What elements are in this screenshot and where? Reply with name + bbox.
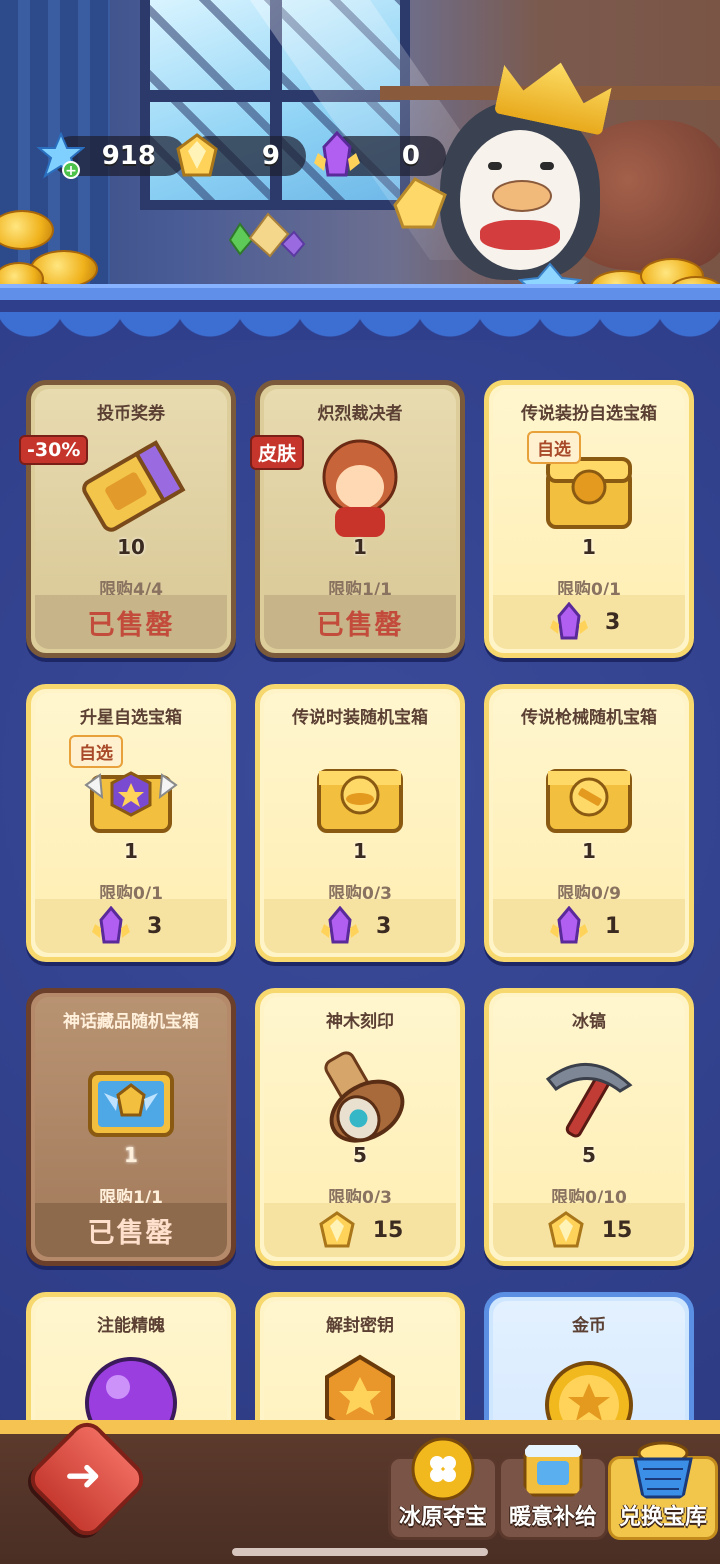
tab-ice-treasure[interactable]: 冰原夺宝 bbox=[388, 1437, 498, 1540]
currency-snowflake: + 918 bbox=[36, 132, 186, 179]
gold-crystal-icon bbox=[172, 131, 222, 181]
price-value: 15 bbox=[601, 1217, 633, 1243]
sold-out-label: 已售罄 bbox=[316, 609, 404, 641]
item-title: 升星自选宝箱 bbox=[80, 708, 182, 728]
gold-crystal-count: 9 bbox=[261, 141, 280, 171]
coin-basket-icon bbox=[633, 1441, 693, 1499]
item-title: 传说装扮自选宝箱 bbox=[521, 404, 657, 424]
gold-crystal-icon bbox=[547, 1211, 584, 1248]
price-value: 3 bbox=[376, 913, 392, 939]
item-quantity: 1 bbox=[582, 839, 596, 863]
purple-crystal-icon bbox=[312, 131, 362, 181]
shop-item-card[interactable]: 神话藏品随机宝箱 1 限购1/1 已售罄 bbox=[26, 988, 236, 1266]
item-quantity: 5 bbox=[353, 1143, 367, 1167]
snowflake-count: 918 bbox=[101, 141, 156, 171]
item-quantity: 1 bbox=[353, 535, 367, 559]
gold-crystal-icon bbox=[393, 177, 447, 229]
tab-label: 兑换宝库 bbox=[618, 1505, 707, 1530]
shop-item-card[interactable]: 传说装扮自选宝箱 自选 1 限购0/1 3 bbox=[484, 380, 694, 658]
shop-item-card[interactable]: 神木刻印 5 限购0/3 15 bbox=[255, 988, 465, 1266]
shop-item-card[interactable]: 注能精魄 bbox=[26, 1292, 236, 1440]
home-indicator[interactable] bbox=[232, 1548, 488, 1556]
wood-seal-icon bbox=[324, 1051, 405, 1143]
selectable-tag: 自选 bbox=[527, 431, 581, 464]
item-footer: 已售罄 bbox=[35, 595, 227, 649]
price-value: 3 bbox=[605, 609, 621, 635]
buy-button[interactable]: 15 bbox=[493, 1203, 685, 1257]
discount-badge: -30% bbox=[19, 435, 89, 465]
penguin-shopkeeper bbox=[430, 80, 610, 280]
crate-icon bbox=[523, 1445, 583, 1497]
gold-crystal-icon bbox=[318, 1211, 355, 1248]
back-arrow-icon: ➜ bbox=[64, 1449, 102, 1501]
buy-button[interactable]: 3 bbox=[264, 899, 456, 953]
ticket-icon bbox=[82, 440, 186, 532]
purple-crystal-icon bbox=[550, 906, 588, 944]
item-title: 神话藏品随机宝箱 bbox=[63, 1012, 199, 1032]
item-footer: 已售罄 bbox=[35, 1203, 227, 1257]
shop-item-card[interactable]: 炽烈裁决者 皮肤 1 限购1/1 已售罄 bbox=[250, 380, 465, 658]
exchange-shop-grid: 投币奖券 -30% 10 限购4/4 已售罄 炽烈裁决者 皮肤 1 限购1/1 … bbox=[0, 340, 720, 1440]
item-quantity: 1 bbox=[582, 535, 596, 559]
shop-item-card[interactable]: 升星自选宝箱 自选 1 限购0/1 3 bbox=[26, 684, 236, 962]
item-title: 冰镐 bbox=[572, 1012, 606, 1032]
item-quantity: 5 bbox=[582, 1143, 596, 1167]
price-value: 1 bbox=[605, 913, 621, 939]
buy-button[interactable]: 3 bbox=[493, 595, 685, 649]
selectable-tag: 自选 bbox=[69, 735, 123, 768]
buy-button[interactable]: 3 bbox=[35, 899, 227, 953]
item-title: 投币奖券 bbox=[97, 404, 165, 424]
sold-out-label: 已售罄 bbox=[87, 1217, 175, 1249]
item-title: 神木刻印 bbox=[326, 1012, 394, 1032]
item-quantity: 1 bbox=[124, 839, 138, 863]
tab-warm-supply[interactable]: 暖意补给 bbox=[498, 1445, 608, 1540]
snowflake-gem-icon: + bbox=[36, 131, 86, 181]
item-title: 金币 bbox=[572, 1316, 606, 1336]
shop-item-card[interactable]: 投币奖券 -30% 10 限购4/4 已售罄 bbox=[19, 380, 236, 658]
shop-item-card[interactable]: 传说枪械随机宝箱 1 限购0/9 1 bbox=[484, 684, 694, 962]
price-value: 3 bbox=[147, 913, 163, 939]
shop-item-card[interactable]: 金币 bbox=[484, 1292, 694, 1440]
item-quantity: 1 bbox=[124, 1143, 138, 1167]
purple-crystal-icon bbox=[321, 906, 359, 944]
skin-badge: 皮肤 bbox=[250, 435, 305, 470]
svg-text:+: + bbox=[65, 163, 77, 179]
item-title: 传说枪械随机宝箱 bbox=[521, 708, 657, 728]
item-title: 传说时装随机宝箱 bbox=[292, 708, 428, 728]
price-value: 15 bbox=[372, 1217, 404, 1243]
shop-item-card[interactable]: 传说时装随机宝箱 1 限购0/3 3 bbox=[255, 684, 465, 962]
crystal-pile-icon bbox=[228, 212, 306, 258]
hero-skin-icon bbox=[322, 439, 398, 537]
tab-exchange-vault[interactable]: 兑换宝库 bbox=[608, 1441, 718, 1540]
currency-purple: 0 bbox=[312, 131, 446, 177]
item-title: 炽烈裁决者 bbox=[317, 404, 403, 424]
purple-crystal-icon bbox=[92, 906, 130, 944]
shop-counter bbox=[0, 284, 720, 300]
item-quantity: 1 bbox=[353, 839, 367, 863]
buy-button[interactable]: 1 bbox=[493, 899, 685, 953]
item-footer: 已售罄 bbox=[264, 595, 456, 649]
tab-label: 冰原夺宝 bbox=[398, 1505, 487, 1530]
purple-crystal-icon bbox=[550, 602, 588, 640]
bottom-nav: ➜ 冰原夺宝 暖意补给 兑换宝库 bbox=[0, 1415, 720, 1564]
mythic-chest-icon bbox=[88, 1071, 174, 1137]
currency-gold: 9 bbox=[172, 133, 306, 177]
purple-crystal-count: 0 bbox=[401, 141, 420, 171]
pickaxe-icon bbox=[545, 1063, 633, 1138]
buy-button[interactable]: 15 bbox=[264, 1203, 456, 1257]
item-quantity: 10 bbox=[117, 535, 145, 559]
shop-item-card[interactable]: 解封密钥 bbox=[255, 1292, 465, 1440]
shop-scene: + 918 9 0 bbox=[0, 0, 720, 300]
hat-chest-icon bbox=[317, 769, 403, 833]
item-title: 解封密钥 bbox=[326, 1316, 394, 1336]
shop-item-card[interactable]: 冰镐 5 限购0/10 15 bbox=[484, 988, 694, 1266]
gun-chest-icon bbox=[546, 769, 632, 833]
sold-out-label: 已售罄 bbox=[87, 609, 175, 641]
tab-label: 暖意补给 bbox=[508, 1505, 597, 1530]
clover-coin-icon bbox=[411, 1437, 475, 1501]
item-title: 注能精魄 bbox=[97, 1316, 165, 1336]
